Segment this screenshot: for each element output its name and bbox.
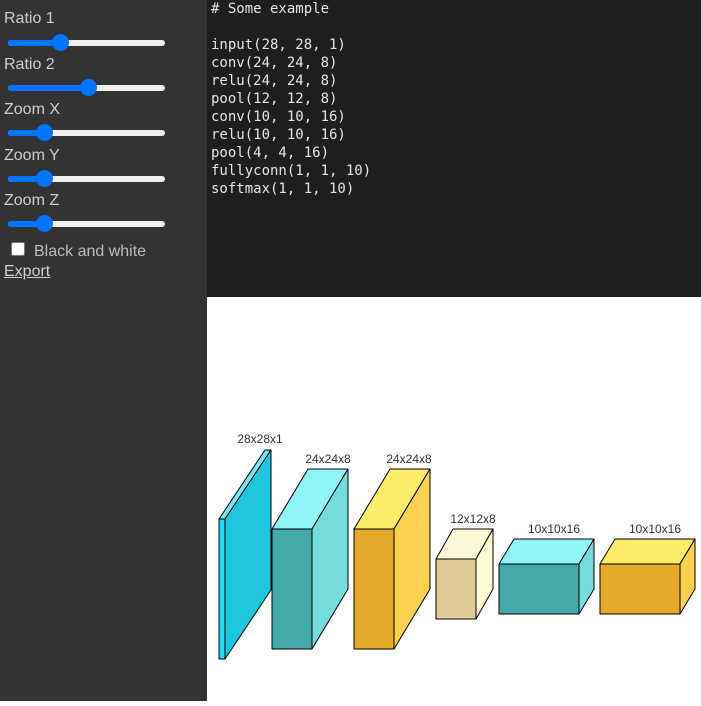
zoom-x-label: Zoom X	[4, 101, 61, 118]
zoom-y-slider[interactable]	[8, 170, 165, 187]
ratio2-slider[interactable]	[8, 79, 165, 96]
layer-front-face	[435, 558, 477, 620]
code-editor[interactable]: # Some example input(28, 28, 1) conv(24,…	[207, 0, 701, 297]
black-and-white-checkbox[interactable]	[11, 242, 25, 256]
slider-thumb[interactable]	[36, 215, 54, 232]
zoom-z-label: Zoom Z	[4, 192, 60, 209]
layer-dimension-label: 12x12x8	[450, 512, 496, 526]
controls-sidebar: Ratio 1 Ratio 2 Zoom X Zoom Y Zoom Z Bla…	[0, 0, 207, 701]
layer-dimension-label: 28x28x1	[237, 432, 283, 446]
layer-top-face	[599, 538, 696, 565]
slider-thumb[interactable]	[36, 124, 54, 141]
layer-front-face	[498, 563, 580, 615]
black-and-white-label: Black and white	[34, 243, 147, 260]
layer-front-face	[599, 563, 681, 615]
layer-dimension-label: 10x10x16	[528, 522, 580, 536]
zoom-z-slider[interactable]	[8, 215, 165, 232]
layer-front-face	[271, 528, 313, 650]
layer-top-face	[498, 538, 595, 565]
layer-dimension-label: 24x24x8	[305, 452, 351, 466]
ratio2-label: Ratio 2	[4, 56, 55, 73]
layer-dimension-label: 10x10x16	[629, 522, 681, 536]
slider-thumb[interactable]	[80, 79, 98, 96]
layer-dimension-label: 24x24x8	[386, 452, 432, 466]
ratio1-label: Ratio 1	[4, 10, 55, 27]
layer-front-face	[353, 528, 395, 650]
slider-fill	[8, 85, 89, 91]
slider-thumb[interactable]	[51, 34, 69, 51]
network-diagram: 28x28x1 24x24x8 24x24x8 12x12x8 10x10x16 10x1…	[207, 297, 701, 701]
code-text[interactable]: # Some example input(28, 28, 1) conv(24,…	[211, 0, 371, 198]
layer-front-face	[218, 518, 226, 660]
export-link[interactable]: Export	[4, 263, 50, 281]
slider-thumb[interactable]	[36, 170, 54, 187]
ratio1-slider[interactable]	[8, 34, 165, 51]
zoom-y-label: Zoom Y	[4, 147, 60, 164]
diagram-canvas: 28x28x1 24x24x8 24x24x8 12x12x8 10x10x16 10x1…	[218, 432, 696, 660]
zoom-x-slider[interactable]	[8, 124, 165, 141]
